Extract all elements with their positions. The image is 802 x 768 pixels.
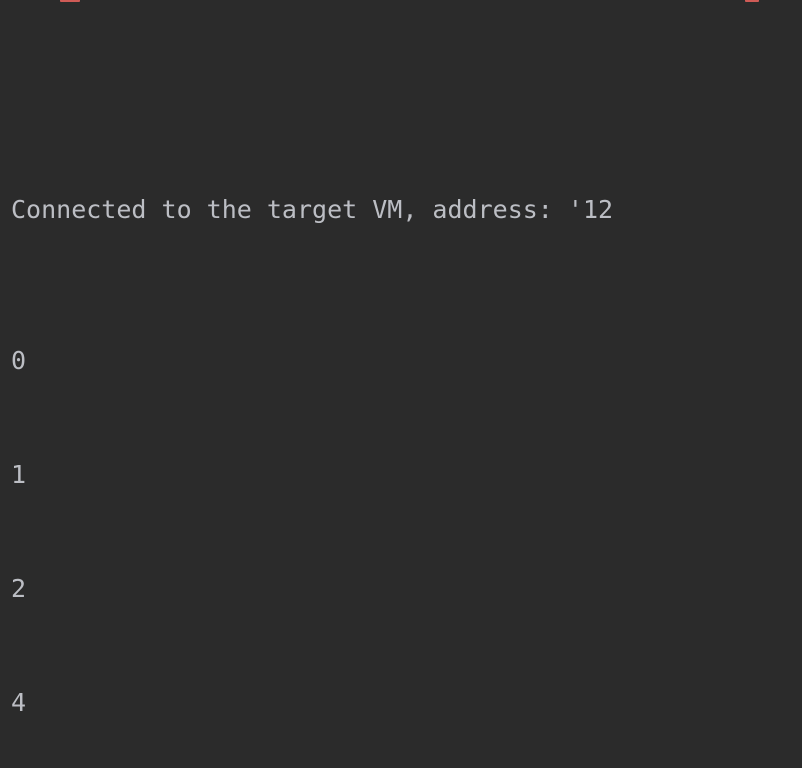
error-text-fragment-right — [745, 0, 759, 2]
console-output-panel[interactable]: Connected to the target VM, address: '12… — [0, 0, 802, 768]
clipped-previous-error-line — [0, 0, 802, 5]
console-line-value: 2 — [11, 574, 27, 603]
clipped-next-separator-line: ------------------- — [0, 762, 802, 768]
console-line-connect-message: Connected to the target VM, address: '12 — [11, 195, 614, 224]
console-line-value: 4 — [11, 688, 27, 717]
error-text-fragment-left — [60, 0, 80, 2]
console-line-value: 0 — [11, 346, 27, 375]
console-line-value: 1 — [11, 460, 27, 489]
clipped-next-line-text: ------------------- — [11, 762, 297, 768]
